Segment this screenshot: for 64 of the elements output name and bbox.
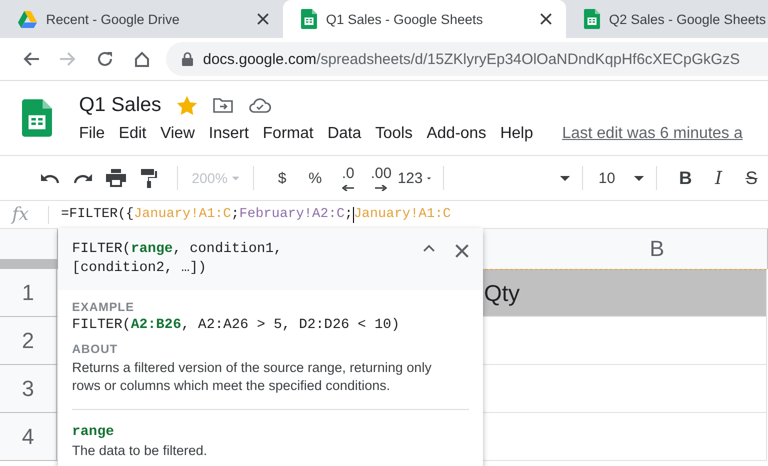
- increase-decimal-button[interactable]: .00: [364, 164, 398, 192]
- argument-name: range: [72, 424, 116, 440]
- print-icon[interactable]: [106, 169, 126, 187]
- close-icon[interactable]: [455, 244, 469, 258]
- decrease-decimal-button[interactable]: .0: [332, 164, 365, 192]
- browser-tab[interactable]: Q1 Sales - Google Sheets: [283, 0, 566, 38]
- menu-item[interactable]: Format: [256, 124, 320, 142]
- menu-item[interactable]: File: [79, 124, 112, 142]
- collapse-icon[interactable]: [423, 244, 435, 252]
- section-label: EXAMPLE: [72, 300, 136, 314]
- folder-icon[interactable]: [213, 97, 234, 113]
- sheets-icon: [584, 9, 600, 29]
- menu-item[interactable]: Help: [493, 124, 540, 142]
- address-bar[interactable]: docs.google.com/spreadsheets/d/15ZKlyryEp34OlOaNDndKqpHf6cXECpGkGzS: [166, 42, 768, 76]
- sheets-icon: [22, 98, 52, 138]
- function-description: Returns a filtered version of the source range, returning only rows or columns which meet the specified conditions.: [72, 359, 432, 395]
- paint-format-icon[interactable]: [140, 168, 156, 188]
- function-syntax: FILTER(range, condition1, [condition2, …]): [72, 240, 284, 278]
- lock-icon: [182, 52, 193, 66]
- formula-label: fx: [12, 204, 30, 225]
- strikethrough-button[interactable]: S: [735, 164, 768, 192]
- menu-item[interactable]: View: [153, 124, 202, 142]
- home-icon[interactable]: [132, 50, 150, 68]
- cloud-icon[interactable]: [249, 98, 272, 112]
- row-header[interactable]: 1: [0, 269, 57, 317]
- close-tab-icon[interactable]: [257, 13, 269, 25]
- drive-icon: [18, 10, 37, 28]
- format-button[interactable]: %: [298, 164, 332, 192]
- grid-cell[interactable]: Qty: [480, 269, 767, 317]
- arrow-icon: [342, 184, 354, 190]
- italic-button[interactable]: I: [702, 164, 736, 192]
- menu-item[interactable]: Edit: [112, 124, 154, 142]
- number-format-dropdown[interactable]: 123: [398, 164, 431, 192]
- menu-item[interactable]: Data: [320, 124, 368, 142]
- font-size-dropdown[interactable]: 10: [594, 164, 644, 192]
- caret-icon: [634, 176, 644, 180]
- formula-input[interactable]: =FILTER({January!A1:C;February!A2:C;January!A1:C: [61, 206, 451, 222]
- row-header[interactable]: 3: [0, 365, 57, 413]
- caret-icon: [426, 176, 431, 180]
- row-header[interactable]: 4: [0, 413, 57, 461]
- close-tab-icon[interactable]: [540, 13, 552, 25]
- argument-description: The data to be filtered.: [72, 443, 208, 458]
- caret-icon: [560, 176, 570, 180]
- back-arrow-icon[interactable]: [22, 50, 40, 68]
- undo-icon[interactable]: [40, 172, 60, 184]
- redo-icon[interactable]: [72, 172, 92, 184]
- column-header[interactable]: B: [481, 229, 768, 269]
- menu-item[interactable]: Add-ons: [420, 124, 494, 142]
- arrow-icon: [375, 184, 388, 190]
- section-label: ABOUT: [72, 342, 119, 356]
- last-edit-link[interactable]: Last edit was 6 minutes a: [562, 124, 743, 142]
- reload-icon[interactable]: [96, 50, 114, 68]
- caret-icon: [232, 176, 239, 180]
- format-button[interactable]: $: [266, 164, 299, 192]
- menu-item[interactable]: Insert: [202, 124, 256, 142]
- star-icon[interactable]: [177, 96, 198, 114]
- sheets-icon: [301, 9, 317, 29]
- browser-tab[interactable]: Recent - Google Drive: [0, 0, 283, 38]
- bold-button[interactable]: B: [669, 164, 702, 192]
- browser-tab[interactable]: Q2 Sales - Google Sheets: [566, 0, 768, 38]
- row-header[interactable]: 2: [0, 317, 57, 365]
- document-title[interactable]: Q1 Sales: [79, 94, 162, 116]
- example-formula: FILTER(A2:B26, A2:A26 > 5, D2:D26 < 10): [72, 317, 401, 333]
- menu-item[interactable]: Tools: [368, 124, 420, 142]
